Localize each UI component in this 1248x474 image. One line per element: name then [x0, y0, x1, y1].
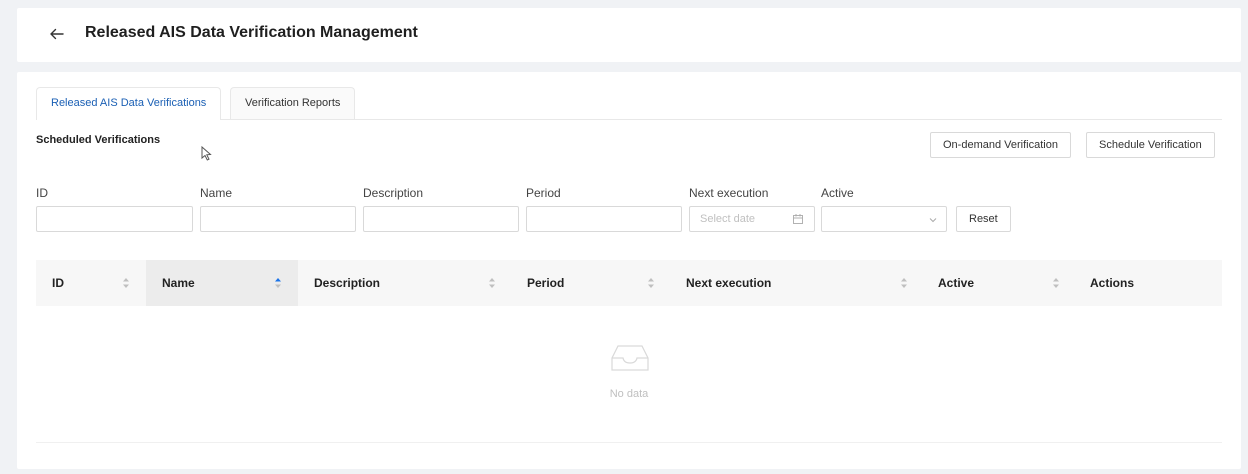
- section-title: Scheduled Verifications: [36, 134, 161, 146]
- empty-inbox-icon: [611, 345, 649, 371]
- column-header-description[interactable]: Description: [298, 260, 511, 306]
- next-execution-date-picker[interactable]: Select date: [689, 206, 815, 232]
- column-header-id[interactable]: ID: [36, 260, 146, 306]
- column-label: Next execution: [686, 276, 772, 290]
- mouse-cursor-icon: [201, 146, 212, 161]
- description-filter-input[interactable]: [363, 206, 519, 232]
- id-filter-label: ID: [36, 186, 48, 200]
- sort-icon: [648, 278, 654, 288]
- name-filter-input[interactable]: [200, 206, 356, 232]
- chevron-down-icon: [929, 218, 937, 223]
- arrow-left-icon[interactable]: [48, 25, 66, 43]
- column-label: Period: [527, 276, 565, 290]
- schedule-verification-button[interactable]: Schedule Verification: [1086, 132, 1215, 158]
- active-filter-label: Active: [821, 186, 854, 200]
- column-label: Actions: [1090, 276, 1135, 290]
- main-content: Released AIS Data Verifications Verifica…: [17, 72, 1241, 469]
- table-empty-state: No data: [36, 306, 1222, 443]
- no-data-text: No data: [609, 388, 649, 400]
- tab-verification-reports[interactable]: Verification Reports: [230, 87, 356, 119]
- tab-bar: Released AIS Data Verifications Verifica…: [36, 87, 1222, 120]
- column-header-period[interactable]: Period: [511, 260, 670, 306]
- page-header: Released AIS Data Verification Managemen…: [17, 8, 1241, 62]
- column-header-active[interactable]: Active: [922, 260, 1074, 306]
- period-filter-label: Period: [526, 186, 561, 200]
- column-header-actions: Actions: [1074, 260, 1222, 306]
- active-filter-select[interactable]: [821, 206, 947, 232]
- column-label: Description: [314, 276, 381, 290]
- sort-icon: [1053, 278, 1059, 288]
- id-filter-input[interactable]: [36, 206, 193, 232]
- name-filter-label: Name: [200, 186, 233, 200]
- reset-button[interactable]: Reset: [956, 206, 1011, 232]
- description-filter-label: Description: [363, 186, 424, 200]
- sort-icon: [489, 278, 495, 288]
- calendar-icon: [793, 214, 803, 224]
- column-label: Active: [938, 276, 975, 290]
- column-header-next-execution[interactable]: Next execution: [670, 260, 922, 306]
- column-label: Name: [162, 276, 195, 290]
- period-filter-input[interactable]: [526, 206, 682, 232]
- next-execution-filter-label: Next execution: [689, 186, 769, 200]
- sort-icon: [901, 278, 907, 288]
- sort-ascending-icon: [275, 278, 281, 288]
- date-placeholder: Select date: [700, 213, 756, 225]
- column-header-name[interactable]: Name: [146, 260, 298, 306]
- column-label: ID: [52, 276, 64, 290]
- tab-released-ais-data-verifications[interactable]: Released AIS Data Verifications: [36, 87, 222, 120]
- on-demand-verification-button[interactable]: On-demand Verification: [930, 132, 1071, 158]
- table-header: ID Name Description Period Next executio…: [36, 260, 1222, 306]
- page-title: Released AIS Data Verification Managemen…: [85, 24, 418, 41]
- sort-icon: [123, 278, 129, 288]
